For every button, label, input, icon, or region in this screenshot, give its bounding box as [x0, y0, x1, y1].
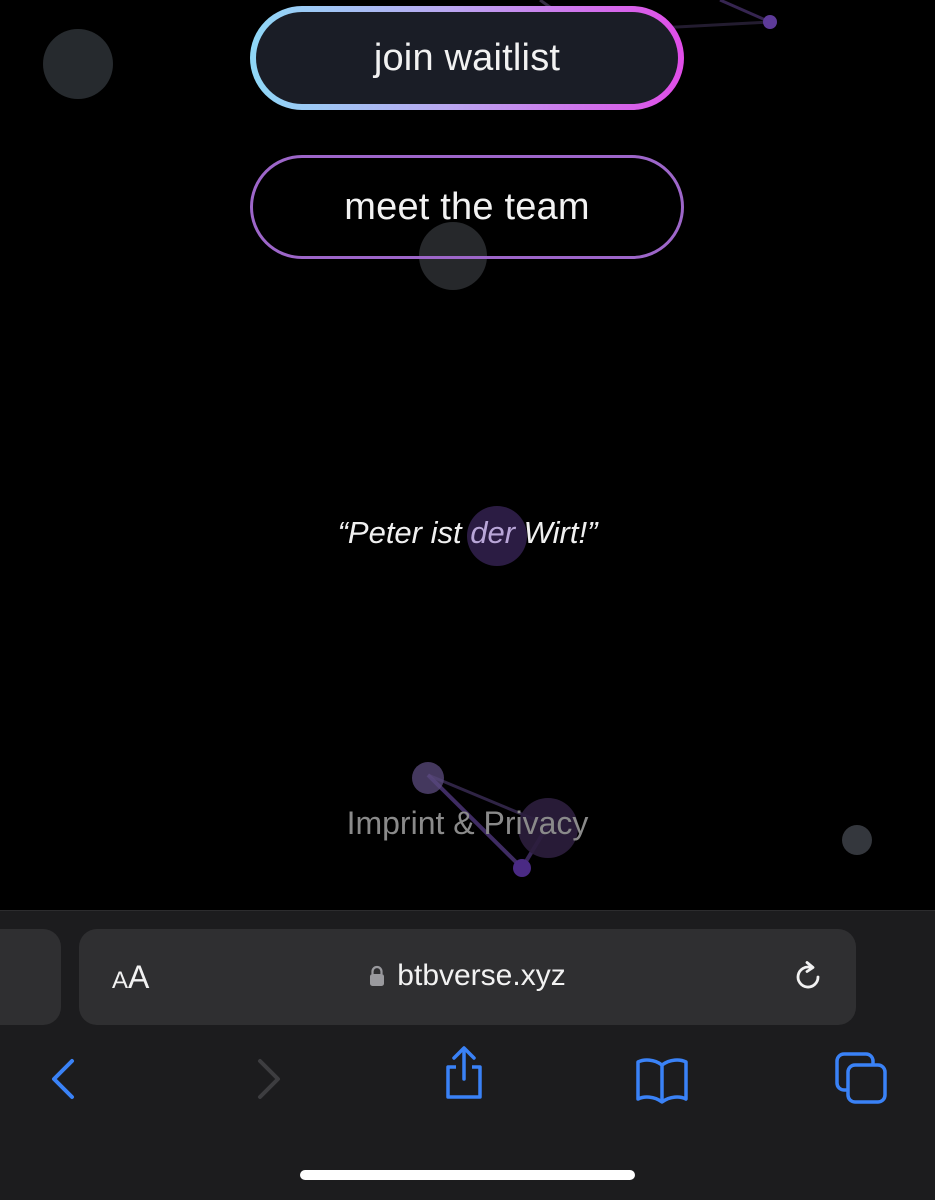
lock-icon	[370, 965, 385, 986]
back-icon[interactable]	[44, 1051, 84, 1107]
web-page: join waitlist meet the team “Peter ist d…	[0, 0, 935, 910]
particle-dot	[412, 762, 444, 794]
browser-toolbar	[0, 1046, 935, 1131]
quote-close: Wirt!”	[515, 515, 598, 550]
particle-dot	[43, 29, 113, 99]
particle-line	[719, 0, 771, 24]
particle-dot	[763, 15, 777, 29]
reload-icon[interactable]	[790, 959, 826, 995]
quote-text: “Peter ist der Wirt!”	[0, 515, 935, 551]
quote-open: “Peter ist	[337, 515, 471, 550]
url-display[interactable]: btbverse.xyz	[79, 959, 856, 993]
tabs-icon[interactable]	[834, 1051, 890, 1107]
join-waitlist-label: join waitlist	[373, 36, 561, 79]
join-waitlist-button-inner: join waitlist	[256, 12, 678, 104]
home-indicator[interactable]	[300, 1170, 635, 1180]
join-waitlist-button[interactable]: join waitlist	[250, 6, 684, 110]
particle-dot	[513, 859, 531, 877]
particle-background	[43, 0, 872, 877]
meet-the-team-button[interactable]: meet the team	[250, 155, 684, 259]
browser-chrome: AA btbverse.xyz	[0, 910, 935, 1200]
forward-icon[interactable]	[248, 1051, 288, 1107]
address-bar[interactable]: AA btbverse.xyz	[79, 929, 856, 1025]
previous-tab-preview[interactable]	[0, 929, 61, 1025]
url-text: btbverse.xyz	[397, 959, 566, 992]
share-icon[interactable]	[440, 1043, 488, 1103]
quote-highlight: der	[470, 515, 516, 550]
imprint-privacy-link[interactable]: Imprint & Privacy	[0, 805, 935, 842]
meet-the-team-label: meet the team	[344, 185, 590, 228]
bookmarks-icon[interactable]	[634, 1051, 690, 1107]
